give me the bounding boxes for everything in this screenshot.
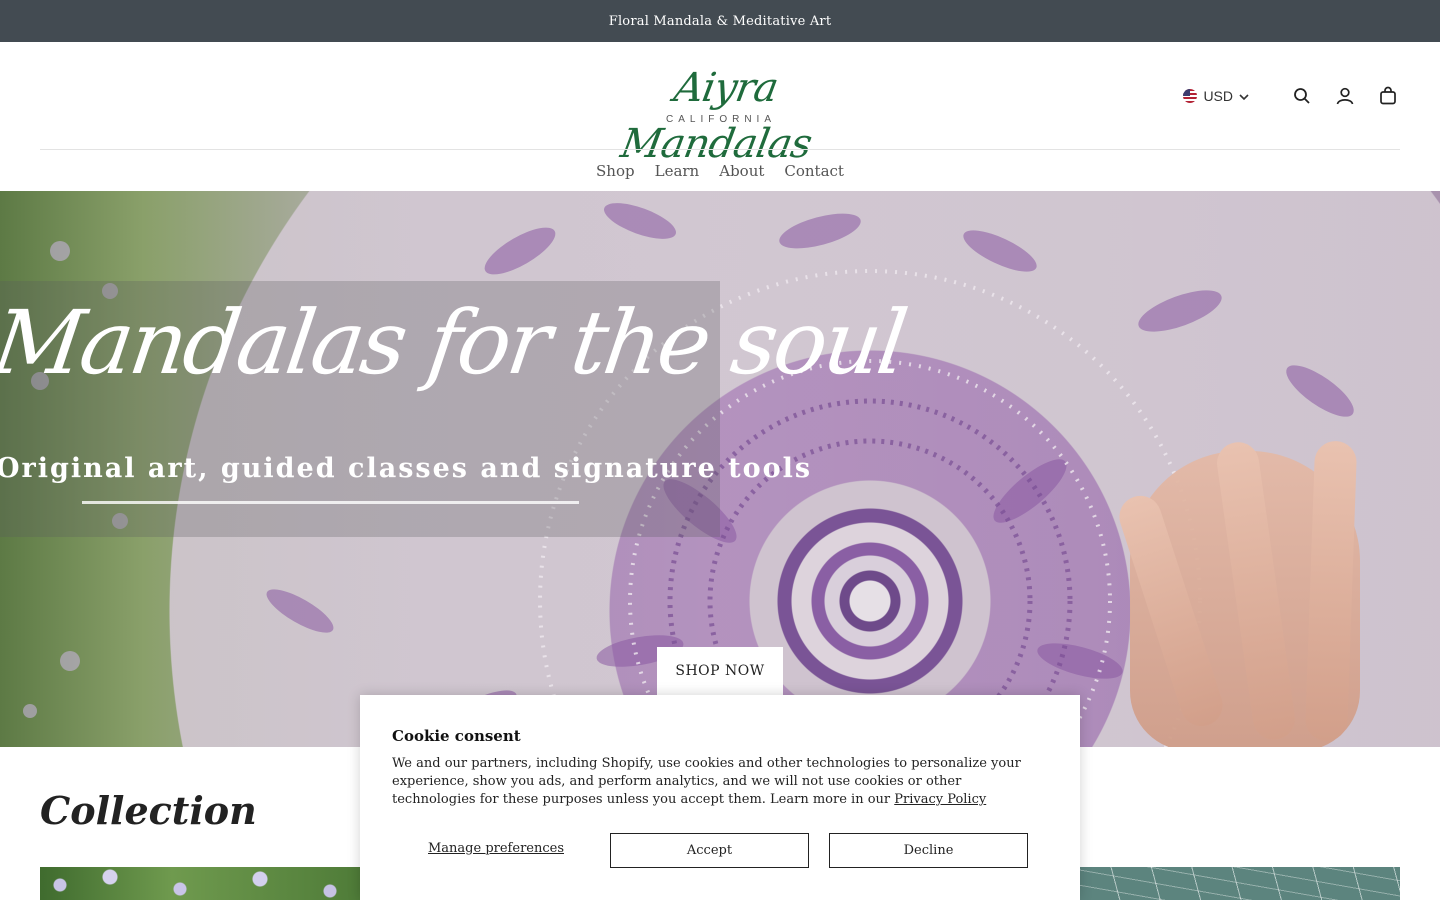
decline-button[interactable]: Decline <box>829 833 1028 868</box>
cookie-consent-dialog: Cookie consent We and our partners, incl… <box>360 695 1080 900</box>
hero-title: Mandalas for the soul <box>0 291 911 394</box>
hero-subtitle: Original art, guided classes and signatu… <box>0 453 813 484</box>
main-nav: Shop Learn About Contact <box>0 150 1440 191</box>
privacy-policy-link[interactable]: Privacy Policy <box>894 792 986 807</box>
manage-preferences-link[interactable]: Manage preferences <box>428 841 564 856</box>
announcement-text: Floral Mandala & Meditative Art <box>608 13 832 29</box>
cookie-text: We and our partners, including Shopify, … <box>392 755 1042 809</box>
cookie-title: Cookie consent <box>392 727 521 745</box>
cookie-actions: Manage preferences Accept Decline <box>392 833 1048 868</box>
collection-tile-grid[interactable] <box>1080 867 1400 900</box>
search-icon[interactable] <box>1290 84 1314 108</box>
brand-location: CALIFORNIA <box>665 114 776 125</box>
cart-icon[interactable] <box>1376 84 1400 108</box>
collection-heading: Collection <box>40 788 257 833</box>
header-tools: USD <box>1183 84 1400 108</box>
account-icon[interactable] <box>1333 84 1357 108</box>
announcement-bar: Floral Mandala & Meditative Art <box>0 0 1440 42</box>
chevron-down-icon <box>1239 88 1249 104</box>
accept-button[interactable]: Accept <box>610 833 809 868</box>
flag-us-icon <box>1183 89 1198 103</box>
site-header: Aiyra Mandalas CALIFORNIA USD <box>0 42 1440 167</box>
currency-selector[interactable]: USD <box>1183 88 1249 104</box>
nav-item-contact[interactable]: Contact <box>784 162 844 180</box>
brand-logo[interactable]: Aiyra Mandalas CALIFORNIA <box>585 60 857 167</box>
nav-item-about[interactable]: About <box>719 162 764 180</box>
hero-underline <box>82 501 579 504</box>
nav-item-shop[interactable]: Shop <box>596 162 635 180</box>
nav-item-learn[interactable]: Learn <box>655 162 700 180</box>
collection-tile-flowers[interactable] <box>40 867 370 900</box>
currency-label: USD <box>1203 88 1233 104</box>
shop-now-button[interactable]: SHOP NOW <box>657 647 783 695</box>
